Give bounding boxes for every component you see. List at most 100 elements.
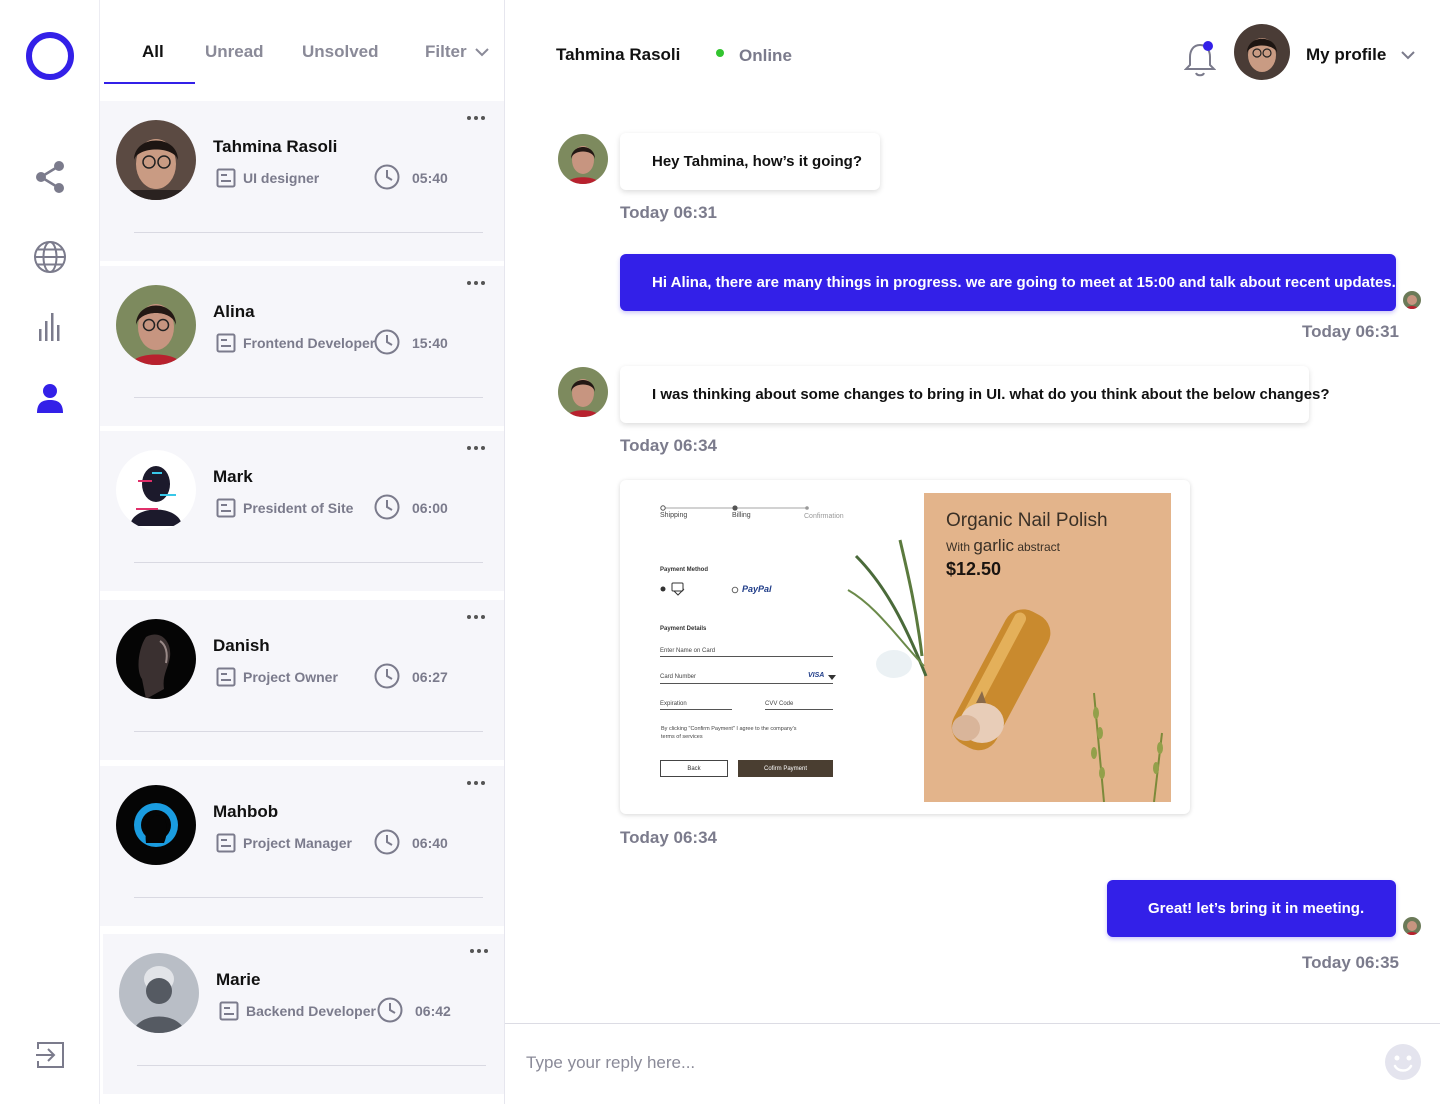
clock-icon bbox=[374, 494, 400, 520]
tab-all[interactable]: All bbox=[142, 42, 164, 62]
filter-label: Filter bbox=[425, 42, 467, 61]
my-profile-link[interactable]: My profile bbox=[1306, 45, 1386, 65]
role-icon bbox=[216, 667, 236, 687]
clock-icon bbox=[374, 829, 400, 855]
user-icon[interactable] bbox=[30, 378, 70, 418]
conversation-item-mahbob[interactable]: Mahbob Project Manager 06:40 bbox=[100, 766, 504, 926]
back-button: Back bbox=[660, 760, 728, 777]
online-status-label: Online bbox=[739, 46, 792, 65]
clock-icon bbox=[374, 164, 400, 190]
share-icon[interactable] bbox=[30, 157, 70, 197]
conversation-time: 06:42 bbox=[415, 1003, 451, 1019]
conversation-name: Mark bbox=[213, 467, 253, 486]
analytics-icon[interactable] bbox=[30, 306, 70, 346]
tab-unsolved[interactable]: Unsolved bbox=[302, 42, 379, 62]
conversation-item-tahmina[interactable]: Tahmina Rasoli UI designer 05:40 bbox=[100, 101, 504, 261]
conversation-time: 06:27 bbox=[412, 669, 448, 685]
conversation-name: Alina bbox=[213, 302, 255, 321]
field-underline bbox=[660, 656, 833, 657]
avatar bbox=[116, 785, 196, 865]
conversation-item-danish[interactable]: Danish Project Owner 06:27 bbox=[100, 600, 504, 760]
message-bubble: Hi Alina, there are many things in progr… bbox=[620, 254, 1396, 311]
conversation-role: Project Owner bbox=[243, 669, 338, 685]
divider bbox=[134, 731, 483, 732]
cvv-label: CVV Code bbox=[765, 701, 794, 707]
more-options-icon[interactable] bbox=[467, 612, 491, 622]
icon-sidebar bbox=[0, 0, 100, 1104]
conversation-name: Mahbob bbox=[213, 802, 279, 821]
divider bbox=[134, 897, 483, 898]
divider bbox=[137, 1065, 486, 1066]
name-on-card-label: Enter Name on Card bbox=[660, 648, 716, 654]
conversation-role: Backend Developer bbox=[246, 1003, 376, 1019]
product-subtitle-emphasis: garlic bbox=[973, 536, 1014, 555]
message-timestamp: Today 06:34 bbox=[620, 436, 718, 455]
conversation-item-mark[interactable]: Mark President of Site 06:00 bbox=[100, 431, 504, 591]
step-label: Billing bbox=[732, 512, 751, 519]
product-subtitle: With garlic abstract bbox=[946, 536, 1060, 556]
my-avatar bbox=[1403, 291, 1421, 309]
role-icon bbox=[216, 833, 236, 853]
clock-icon bbox=[374, 663, 400, 689]
conversation-time: 06:00 bbox=[412, 500, 448, 516]
conversation-list-pane: All Unread Unsolved Filter Tahmina Rasol… bbox=[100, 0, 505, 1104]
expiration-label: Expiration bbox=[660, 701, 687, 707]
terms-text: By clicking "Confirm Payment" I agree to… bbox=[661, 726, 797, 740]
role-icon bbox=[216, 333, 236, 353]
message-bubble: I was thinking about some changes to bri… bbox=[620, 366, 1330, 423]
conversation-time: 15:40 bbox=[412, 335, 448, 351]
payment-method-label: Payment Method bbox=[660, 567, 709, 573]
notification-bell-icon[interactable] bbox=[1184, 40, 1216, 78]
message-bubble: Great! let’s bring it in meeting. bbox=[1107, 880, 1396, 937]
app-logo[interactable] bbox=[26, 32, 74, 80]
filter-dropdown[interactable]: Filter bbox=[425, 42, 489, 62]
message-timestamp: Today 06:31 bbox=[620, 203, 718, 222]
image-attachment[interactable]: Shipping Billing Confirmation Payment Me… bbox=[620, 480, 1190, 814]
paypal-label: PayPal bbox=[742, 584, 772, 594]
emoji-icon[interactable] bbox=[1384, 1043, 1422, 1081]
reply-input[interactable] bbox=[526, 1048, 1346, 1078]
logout-icon[interactable] bbox=[30, 1035, 70, 1075]
reply-bar bbox=[505, 1023, 1440, 1104]
more-options-icon[interactable] bbox=[467, 443, 491, 453]
more-options-icon[interactable] bbox=[467, 113, 491, 123]
payment-details-label: Payment Details bbox=[660, 626, 707, 632]
online-status-dot bbox=[716, 49, 724, 57]
globe-icon[interactable] bbox=[30, 237, 70, 277]
field-underline bbox=[765, 709, 833, 710]
conversation-time: 06:40 bbox=[412, 835, 448, 851]
clock-icon bbox=[377, 997, 403, 1023]
more-options-icon[interactable] bbox=[467, 778, 491, 788]
active-tab-indicator bbox=[104, 82, 195, 84]
more-options-icon[interactable] bbox=[470, 946, 494, 956]
divider bbox=[134, 562, 483, 563]
contact-name: Tahmina Rasoli bbox=[556, 45, 681, 64]
conversation-tabs: All Unread Unsolved Filter bbox=[100, 0, 504, 100]
conversation-item-marie[interactable]: Marie Backend Developer 06:42 bbox=[103, 934, 504, 1094]
leaf-illustration bbox=[847, 539, 928, 678]
avatar bbox=[116, 619, 196, 699]
conversation-time: 05:40 bbox=[412, 170, 448, 186]
clock-icon bbox=[374, 329, 400, 355]
more-options-icon[interactable] bbox=[467, 278, 491, 288]
visa-label: VISA bbox=[808, 672, 825, 679]
field-underline bbox=[660, 709, 732, 710]
product-image: Organic Nail Polish With garlic abstract… bbox=[924, 493, 1171, 802]
profile-avatar[interactable] bbox=[1234, 24, 1290, 80]
product-title: Organic Nail Polish bbox=[946, 510, 1108, 531]
conversation-item-alina[interactable]: Alina Frontend Developer 15:40 bbox=[100, 266, 504, 426]
conversation-name: Danish bbox=[213, 636, 270, 655]
field-underline bbox=[660, 683, 833, 684]
tab-unread[interactable]: Unread bbox=[205, 42, 264, 62]
conversation-name: Tahmina Rasoli bbox=[213, 137, 338, 156]
conversation-role: Project Manager bbox=[243, 835, 352, 851]
chevron-down-icon[interactable] bbox=[1400, 48, 1416, 62]
paypal-radio-icon bbox=[731, 586, 739, 594]
caret-down-icon bbox=[828, 675, 836, 680]
card-radio-icon bbox=[660, 582, 685, 596]
role-icon bbox=[216, 498, 236, 518]
message-timestamp: Today 06:31 bbox=[1302, 322, 1400, 341]
conversation-name: Marie bbox=[216, 970, 261, 989]
nail-polish-illustration bbox=[951, 609, 1163, 802]
conversation-role: UI designer bbox=[243, 170, 320, 186]
